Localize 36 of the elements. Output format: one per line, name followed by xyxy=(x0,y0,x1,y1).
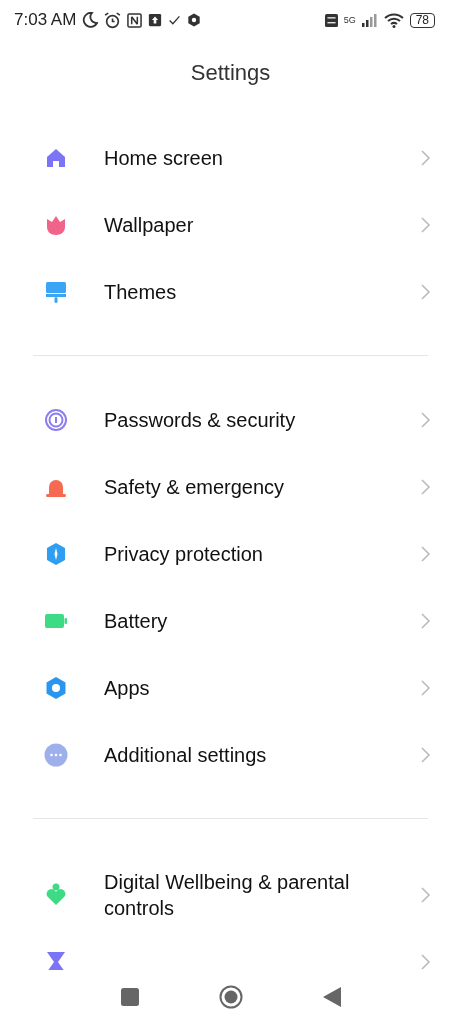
settings-item[interactable]: Safety & emergency xyxy=(104,473,421,500)
chevron-icon xyxy=(421,545,431,562)
moon-icon xyxy=(82,12,99,28)
chevron-icon xyxy=(421,478,431,495)
settings-item[interactable]: Battery xyxy=(104,607,421,634)
chevron-icon xyxy=(421,216,431,233)
back-button[interactable] xyxy=(322,987,341,1007)
upload-icon xyxy=(148,13,163,27)
settings-item[interactable]: Passwords & security xyxy=(104,406,421,433)
chevron-icon xyxy=(421,283,431,300)
alarm-clock-icon xyxy=(104,11,122,29)
status-time: 7:03 AM xyxy=(14,10,77,30)
settings-item[interactable]: Apps xyxy=(104,674,421,701)
settings-item[interactable]: Digital Wellbeing & parental controls xyxy=(104,868,421,921)
network-type: 5G xyxy=(343,15,356,25)
chevron-icon xyxy=(421,149,431,166)
recents-button[interactable] xyxy=(120,988,139,1006)
signal-icon xyxy=(361,13,378,27)
settings-item[interactable]: Themes xyxy=(104,278,421,305)
battery-level: 78 xyxy=(409,12,435,28)
settings-item[interactable]: Home screen xyxy=(104,144,421,171)
home-button[interactable] xyxy=(218,985,243,1009)
check-icon xyxy=(168,13,182,27)
chevron-icon xyxy=(421,953,431,970)
gear-icon xyxy=(187,13,202,27)
chevron-icon xyxy=(421,612,431,629)
nfc-icon xyxy=(127,12,143,28)
chevron-icon xyxy=(421,411,431,428)
chevron-icon xyxy=(421,679,431,696)
settings-item[interactable]: Additional settings xyxy=(104,741,421,768)
page-title: Settings xyxy=(189,59,272,87)
chevron-icon xyxy=(421,746,431,763)
settings-item[interactable]: Wallpaper xyxy=(104,211,421,238)
chevron-icon xyxy=(421,886,431,903)
settings-item[interactable]: Privacy protection xyxy=(104,540,421,567)
wifi-icon xyxy=(383,12,404,28)
